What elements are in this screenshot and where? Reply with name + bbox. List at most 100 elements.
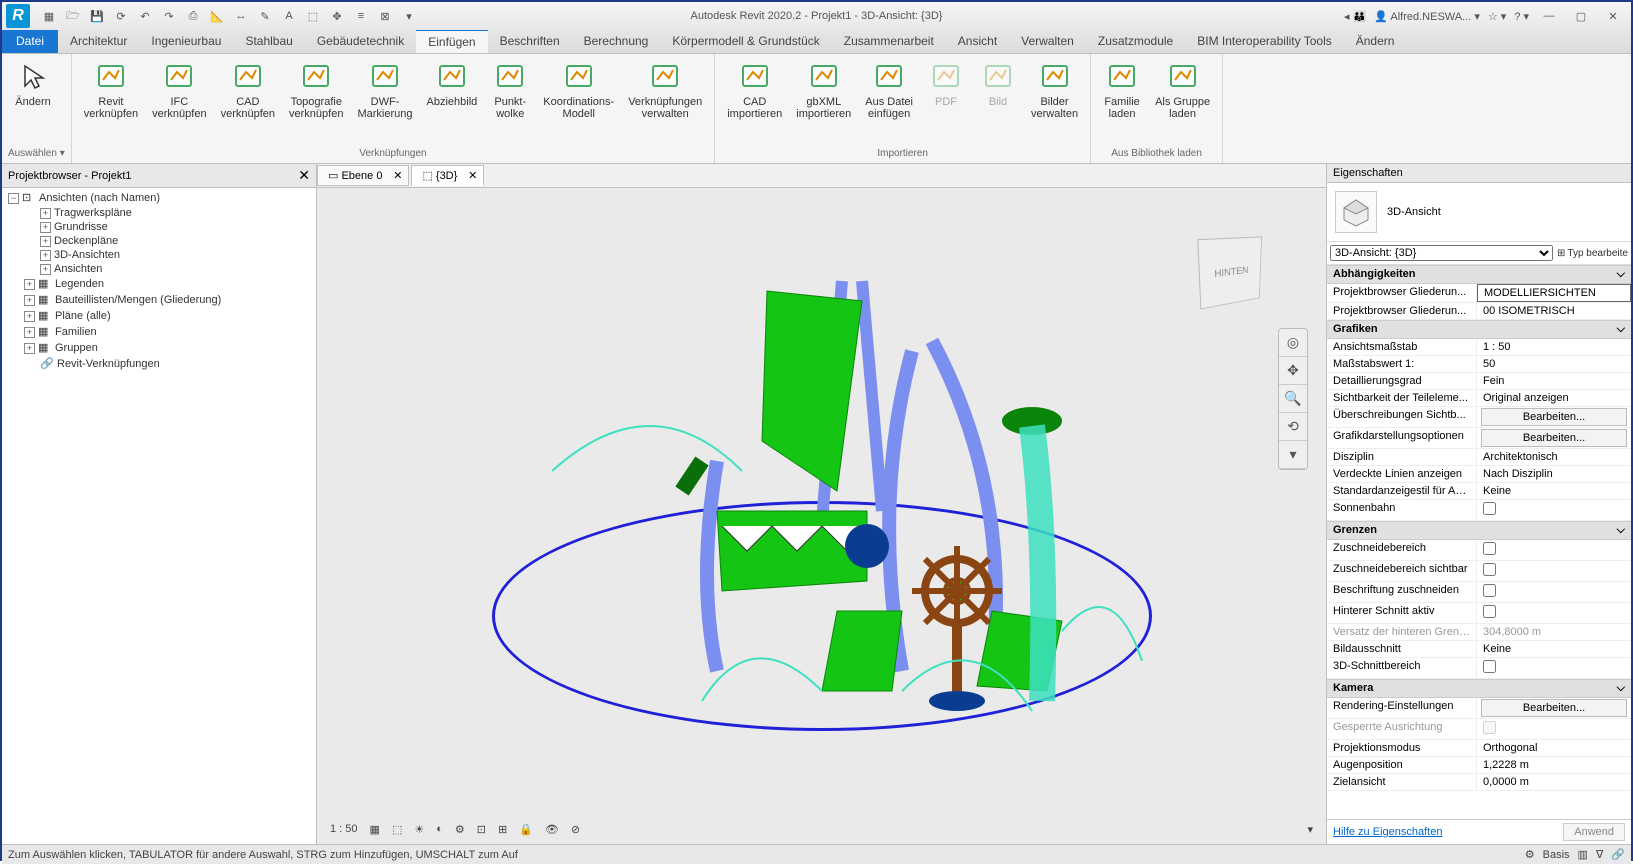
status-basepoint[interactable]: Basis bbox=[1543, 849, 1570, 861]
ribbon-bilderverwalten-button[interactable]: Bilderverwalten bbox=[1025, 56, 1084, 146]
menu-tab--ndern[interactable]: Ändern bbox=[1344, 30, 1407, 53]
ribbon-cadimportieren-button[interactable]: CADimportieren bbox=[721, 56, 788, 146]
vcb-shadows-icon[interactable]: ◐ bbox=[433, 823, 446, 835]
prop-value[interactable]: Keine bbox=[1477, 641, 1631, 657]
qat-switch-windows-icon[interactable]: ▾ bbox=[398, 5, 420, 27]
vcb-render-icon[interactable]: ⚙ bbox=[452, 823, 468, 836]
qat-home-icon[interactable]: ▦ bbox=[38, 5, 60, 27]
qat-sync-icon[interactable]: ⟳ bbox=[110, 5, 132, 27]
prop-value[interactable]: 00 ISOMETRISCH bbox=[1477, 303, 1631, 319]
tree-item--d-ansichten[interactable]: +3D-Ansichten bbox=[4, 248, 314, 262]
vcb-cropvisible-icon[interactable]: ⊞ bbox=[495, 823, 510, 836]
vcb-reveal-icon[interactable]: ⊘ bbox=[568, 823, 583, 836]
prop-value[interactable] bbox=[1477, 658, 1631, 678]
vcb-scale[interactable]: 1 : 50 bbox=[327, 823, 361, 835]
tree-item-pl-ne-alle-[interactable]: +▦Pläne (alle) bbox=[4, 308, 314, 324]
ribbon-topografieverkn-pfen-button[interactable]: Topografieverknüpfen bbox=[283, 56, 349, 146]
prop-checkbox[interactable] bbox=[1483, 584, 1496, 597]
menu-tab-ansicht[interactable]: Ansicht bbox=[946, 30, 1009, 53]
doc-tab--3d-[interactable]: ⬚ {3D}✕ bbox=[411, 165, 484, 186]
qat-3d-icon[interactable]: ⬚ bbox=[302, 5, 324, 27]
file-menu[interactable]: Datei bbox=[2, 30, 58, 53]
expand-icon[interactable]: + bbox=[40, 236, 51, 247]
ribbon-familieladen-button[interactable]: Familieladen bbox=[1097, 56, 1147, 146]
properties-help-link[interactable]: Hilfe zu Eigenschaften bbox=[1333, 826, 1442, 838]
menu-tab-verwalten[interactable]: Verwalten bbox=[1009, 30, 1086, 53]
tree-item-revit-verkn-pfungen[interactable]: 🔗Revit-Verknüpfungen bbox=[4, 356, 314, 372]
qat-open-icon[interactable]: 🗁 bbox=[62, 5, 84, 27]
ribbon-dwf-markierung-button[interactable]: DWF-Markierung bbox=[351, 56, 418, 146]
expand-icon[interactable]: + bbox=[40, 222, 51, 233]
qat-measure-icon[interactable]: 📐 bbox=[206, 5, 228, 27]
menu-tab-stahlbau[interactable]: Stahlbau bbox=[233, 30, 304, 53]
prop-value[interactable] bbox=[1477, 603, 1631, 623]
prop-value[interactable]: Fein bbox=[1477, 373, 1631, 389]
vcb-lock-icon[interactable]: 🔒 bbox=[516, 823, 536, 836]
menu-tab-zusammenarbeit[interactable]: Zusammenarbeit bbox=[832, 30, 946, 53]
status-worksets-icon[interactable]: ⚙ bbox=[1525, 848, 1535, 861]
nav-fullnav-icon[interactable]: ◎ bbox=[1279, 329, 1307, 357]
expand-icon[interactable]: + bbox=[40, 208, 51, 219]
menu-tab-architektur[interactable]: Architektur bbox=[58, 30, 139, 53]
prop-value[interactable]: Nach Disziplin bbox=[1477, 466, 1631, 482]
qat-dimension-icon[interactable]: ↔ bbox=[230, 5, 252, 27]
vcb-temphide-icon[interactable]: 👁 bbox=[542, 823, 562, 836]
ribbon-cadverkn-pfen-button[interactable]: CADverknüpfen bbox=[215, 56, 281, 146]
qat-section-icon[interactable]: ✥ bbox=[326, 5, 348, 27]
qat-undo-icon[interactable]: ↶ bbox=[134, 5, 156, 27]
ribbon-als-gruppeladen-button[interactable]: Als Gruppeladen bbox=[1149, 56, 1216, 146]
close-button[interactable]: ✕ bbox=[1601, 10, 1625, 23]
menu-tab-geb-udetechnik[interactable]: Gebäudetechnik bbox=[305, 30, 416, 53]
prop-value[interactable]: 1 : 50 bbox=[1477, 339, 1631, 355]
expand-icon[interactable]: + bbox=[24, 295, 35, 306]
instance-selector[interactable]: 3D-Ansicht: {3D} bbox=[1330, 245, 1553, 261]
prop-value[interactable]: 50 bbox=[1477, 356, 1631, 372]
ribbon--ndern-button[interactable]: Ändern bbox=[8, 56, 58, 146]
prop-value[interactable]: 1,2228 m bbox=[1477, 757, 1631, 773]
tree-item-ansichten[interactable]: +Ansichten bbox=[4, 262, 314, 276]
tree-item-tragwerkspl-ne[interactable]: +Tragwerkspläne bbox=[4, 206, 314, 220]
vcb-sunpath-icon[interactable]: ☀ bbox=[411, 823, 427, 836]
tree-item-gruppen[interactable]: +▦Gruppen bbox=[4, 340, 314, 356]
ribbon-gbxmlimportieren-button[interactable]: gbXMLimportieren bbox=[790, 56, 857, 146]
menu-tab-beschriften[interactable]: Beschriften bbox=[488, 30, 572, 53]
vcb-crop-icon[interactable]: ⊡ bbox=[474, 823, 489, 836]
tab-close-icon[interactable]: ✕ bbox=[393, 169, 402, 182]
status-link-icon[interactable]: 🔗 bbox=[1611, 848, 1625, 861]
ribbon-koordinations-modell-button[interactable]: Koordinations-Modell bbox=[537, 56, 620, 146]
user-account[interactable]: 👤 Alfred.NESWA... ▾ bbox=[1374, 10, 1480, 23]
prop-checkbox[interactable] bbox=[1483, 502, 1496, 515]
prop-value[interactable]: Orthogonal bbox=[1477, 740, 1631, 756]
expand-icon[interactable]: + bbox=[24, 311, 35, 322]
panel-close-icon[interactable]: ✕ bbox=[298, 167, 310, 184]
expand-icon[interactable]: + bbox=[24, 279, 35, 290]
prop-checkbox[interactable] bbox=[1483, 563, 1496, 576]
prop-value[interactable]: Architektonisch bbox=[1477, 449, 1631, 465]
ribbon-verkn-pfungenverwalten-button[interactable]: Verknüpfungenverwalten bbox=[622, 56, 708, 146]
prop-value[interactable]: MODELLIERSICHTEN bbox=[1477, 284, 1631, 302]
prop-value[interactable]: Bearbeiten... bbox=[1481, 699, 1627, 717]
menu-tab-berechnung[interactable]: Berechnung bbox=[572, 30, 661, 53]
maximize-button[interactable]: ▢ bbox=[1569, 10, 1593, 23]
prop-value[interactable]: Keine bbox=[1477, 483, 1631, 499]
ribbon-revitverkn-pfen-button[interactable]: Revitverknüpfen bbox=[78, 56, 144, 146]
infocenter-icon[interactable]: ◂ 👪 bbox=[1344, 10, 1366, 23]
menu-tab-bim-interoperability-tools[interactable]: BIM Interoperability Tools bbox=[1185, 30, 1344, 53]
qat-text-icon[interactable]: A bbox=[278, 5, 300, 27]
expand-icon[interactable]: − bbox=[8, 193, 19, 204]
tree-item-familien[interactable]: +▦Familien bbox=[4, 324, 314, 340]
qat-print-icon[interactable]: ⎙ bbox=[182, 5, 204, 27]
menu-tab-ingenieurbau[interactable]: Ingenieurbau bbox=[139, 30, 233, 53]
expand-icon[interactable]: + bbox=[24, 343, 35, 354]
apply-button[interactable]: Anwend bbox=[1563, 823, 1625, 841]
ribbon-ifcverkn-pfen-button[interactable]: IFCverknüpfen bbox=[146, 56, 212, 146]
3d-canvas[interactable]: HINTEN ◎ ✥ 🔍 ⟲ ▾ 1 : 50 ▦ ⬚ ☀ ◐ ⚙ ⊡ ⊞ 🔒 … bbox=[317, 188, 1326, 844]
prop-checkbox[interactable] bbox=[1483, 542, 1496, 555]
expand-icon[interactable]: + bbox=[40, 264, 51, 275]
tree-item-legenden[interactable]: +▦Legenden bbox=[4, 276, 314, 292]
prop-section-kamera[interactable]: Kamera⌵ bbox=[1327, 679, 1631, 698]
prop-value[interactable] bbox=[1477, 561, 1631, 581]
prop-value[interactable]: Bearbeiten... bbox=[1481, 408, 1627, 426]
prop-value[interactable]: 0,0000 m bbox=[1477, 774, 1631, 790]
nav-orbit-icon[interactable]: ⟲ bbox=[1279, 413, 1307, 441]
